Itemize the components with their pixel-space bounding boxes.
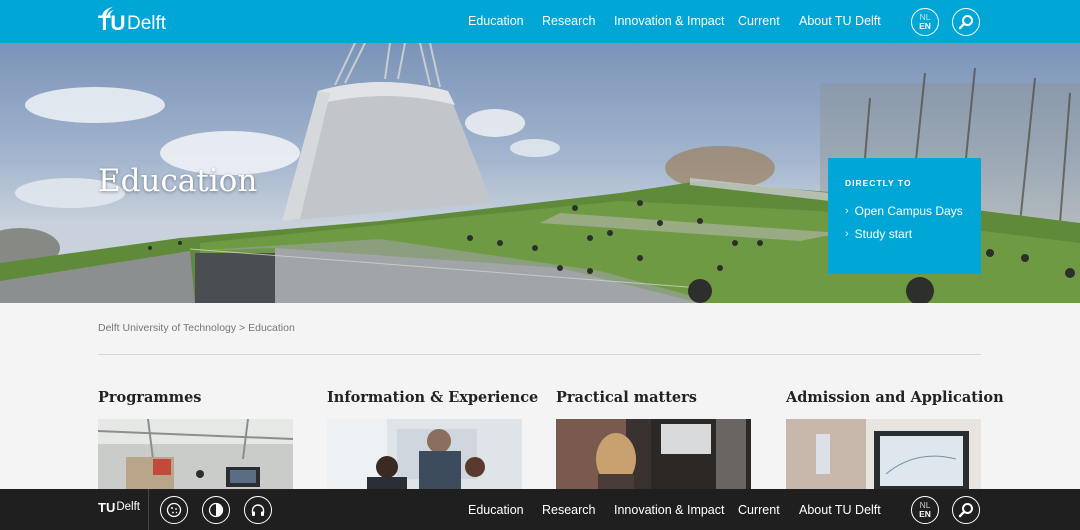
contrast-toggle-button[interactable] [202, 496, 230, 524]
cookie-settings-button[interactable] [160, 496, 188, 524]
language-switch-button[interactable]: NL EN [911, 8, 939, 36]
chevron-right-icon: › [845, 205, 849, 217]
breadcrumb-separator: > [239, 322, 246, 334]
headphones-icon [251, 504, 265, 516]
nav-education[interactable]: Education [468, 14, 524, 28]
footer-nav-education[interactable]: Education [468, 503, 524, 517]
logo-delft-text: Delft [127, 13, 167, 34]
divider [98, 354, 981, 355]
directly-to-heading: DIRECTLY TO [845, 178, 912, 188]
footer-logo-delft-text: Delft [116, 501, 140, 513]
nav-about[interactable]: About TU Delft [799, 14, 881, 28]
card-title-admission-application[interactable]: Admission and Application [786, 389, 1004, 406]
search-icon [958, 15, 973, 30]
lang-en: EN [919, 21, 931, 31]
card-image-practical-matters[interactable] [556, 419, 751, 494]
footer-tu-delft-logo[interactable]: TU Delft [98, 500, 140, 515]
footer-separator [148, 489, 149, 530]
footer-nav-current[interactable]: Current [738, 503, 780, 517]
footer-search-button[interactable] [952, 496, 980, 524]
search-icon [958, 503, 973, 518]
card-title-programmes[interactable]: Programmes [98, 389, 201, 406]
link-label: Open Campus Days [854, 204, 963, 218]
lang-nl: NL [919, 12, 931, 22]
link-open-campus-days[interactable]: › Open Campus Days [845, 204, 964, 218]
card-title-information-experience[interactable]: Information & Experience [327, 389, 538, 406]
nav-current[interactable]: Current [738, 14, 780, 28]
breadcrumb-root[interactable]: Delft University of Technology [98, 322, 236, 334]
nav-research[interactable]: Research [542, 14, 596, 28]
search-button[interactable] [952, 8, 980, 36]
chevron-right-icon: › [845, 228, 849, 240]
card-image-information-experience[interactable] [327, 419, 522, 494]
link-label: Study start [854, 227, 913, 241]
footer-nav-about[interactable]: About TU Delft [799, 503, 881, 517]
footer-logo-tu-text: TU [98, 500, 116, 515]
flame-icon [102, 7, 114, 16]
footer-lang-en: EN [919, 509, 931, 519]
footer-language-switch-button[interactable]: NL EN [911, 496, 939, 524]
footer-lang-nl: NL [919, 500, 931, 510]
card-title-practical-matters[interactable]: Practical matters [556, 389, 697, 406]
directly-to-panel: DIRECTLY TO › Open Campus Days › Study s… [828, 158, 981, 274]
contrast-icon [208, 502, 224, 518]
breadcrumb: Delft University of Technology > Educati… [98, 322, 295, 334]
card-image-admission-application[interactable] [786, 419, 981, 494]
link-study-start[interactable]: › Study start [845, 227, 964, 241]
top-navigation-bar: TU Delft Education Research Innovation &… [0, 0, 1080, 43]
hero-banner: Education DIRECTLY TO › Open Campus Days… [0, 43, 1080, 303]
nav-innovation-impact[interactable]: Innovation & Impact [614, 14, 724, 28]
breadcrumb-current: Education [248, 322, 295, 334]
bottom-sticky-bar: TU Delft Education Research Innovation &… [0, 489, 1080, 530]
page-title: Education [98, 163, 258, 199]
tu-delft-logo[interactable]: TU Delft [98, 6, 166, 36]
footer-nav-innovation-impact[interactable]: Innovation & Impact [614, 503, 724, 517]
card-image-programmes[interactable] [98, 419, 293, 494]
cookie-icon [166, 502, 182, 518]
read-aloud-button[interactable] [244, 496, 272, 524]
footer-nav-research[interactable]: Research [542, 503, 596, 517]
